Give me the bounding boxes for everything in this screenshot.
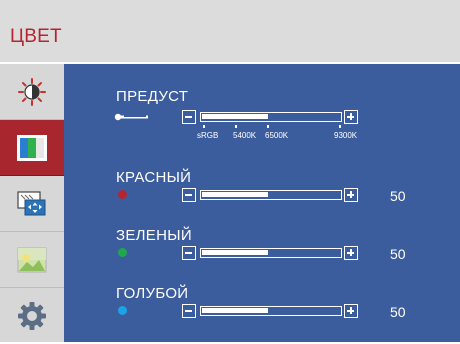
blue-dot-icon	[118, 306, 127, 315]
preset-row[interactable]: ПРЕДУСТ sRGB 5400K 6500K 9300K	[64, 86, 460, 146]
blue-label: ГОЛУБОЙ	[116, 285, 189, 302]
preset-tick	[203, 125, 205, 128]
red-increase-button[interactable]	[344, 188, 358, 202]
green-increase-button[interactable]	[344, 246, 358, 260]
preset-option-6500k[interactable]: 6500K	[265, 131, 288, 140]
preset-tick	[339, 125, 341, 128]
sidebar-item-settings[interactable]	[0, 288, 64, 344]
photo-icon	[17, 246, 47, 273]
preset-tick	[235, 125, 237, 128]
red-dot-icon	[118, 190, 127, 199]
preset-decrease-button[interactable]	[182, 110, 196, 124]
preset-option-5400k[interactable]: 5400K	[233, 131, 256, 140]
green-dot-icon	[118, 248, 127, 257]
green-row[interactable]: ЗЕЛЕНЫЙ 50	[64, 226, 460, 286]
preset-slider[interactable]	[200, 112, 342, 122]
sidebar-item-image[interactable]	[0, 176, 64, 232]
menu-title: ЦВЕТ	[10, 26, 62, 47]
red-slider[interactable]	[200, 190, 342, 200]
sidebar	[0, 64, 64, 342]
blue-row[interactable]: ГОЛУБОЙ 50	[64, 284, 460, 344]
red-label: КРАСНЫЙ	[116, 169, 192, 186]
blue-increase-button[interactable]	[344, 304, 358, 318]
green-label: ЗЕЛЕНЫЙ	[116, 227, 192, 244]
red-row[interactable]: КРАСНЫЙ 50	[64, 166, 460, 226]
preset-option-9300k[interactable]: 9300K	[334, 131, 357, 140]
preset-label: ПРЕДУСТ	[116, 88, 189, 105]
gear-icon	[18, 302, 46, 330]
green-decrease-button[interactable]	[182, 246, 196, 260]
green-slider[interactable]	[200, 248, 342, 258]
sidebar-item-color[interactable]	[0, 120, 64, 176]
blue-slider-fill	[202, 308, 268, 313]
key-icon	[114, 113, 148, 121]
sidebar-item-photo[interactable]	[0, 232, 64, 288]
menu-header: ЦВЕТ	[0, 0, 460, 64]
red-value: 50	[390, 188, 406, 204]
picture-size-icon	[17, 190, 46, 215]
preset-increase-button[interactable]	[344, 110, 358, 124]
color-bars-icon	[17, 134, 47, 161]
preset-option-srgb[interactable]: sRGB	[197, 131, 218, 140]
brightness-contrast-icon	[18, 77, 46, 106]
green-value: 50	[390, 246, 406, 262]
blue-slider[interactable]	[200, 306, 342, 316]
color-settings-panel: ПРЕДУСТ sRGB 5400K 6500K 9300K КРАСНЫЙ 5…	[64, 64, 460, 342]
preset-tick	[267, 125, 269, 128]
green-slider-fill	[202, 250, 268, 255]
sidebar-item-brightness[interactable]	[0, 64, 64, 120]
blue-value: 50	[390, 304, 406, 320]
blue-decrease-button[interactable]	[182, 304, 196, 318]
red-slider-fill	[202, 192, 268, 197]
red-decrease-button[interactable]	[182, 188, 196, 202]
preset-slider-fill	[202, 114, 268, 119]
osd-window: ЦВЕТ ПРЕДУСТ sRGB 5400K 6500K 9300K КРАС…	[0, 0, 460, 342]
